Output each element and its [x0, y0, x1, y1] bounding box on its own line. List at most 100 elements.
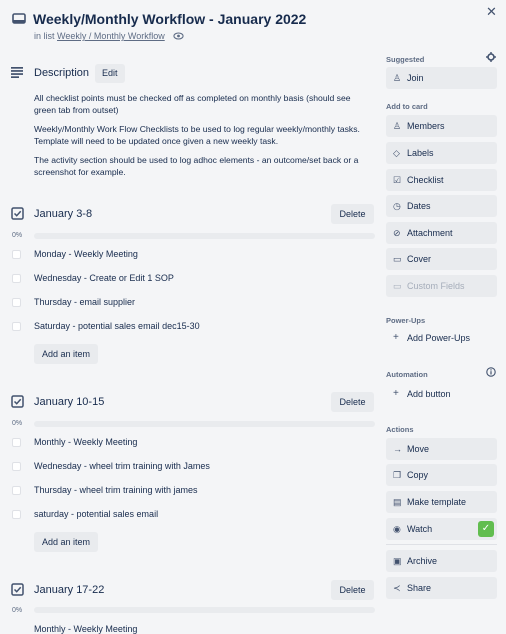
archive-label: Archive: [407, 556, 438, 566]
delete-checklist-button[interactable]: Delete: [331, 580, 374, 600]
info-icon[interactable]: [486, 367, 496, 377]
checklist-item[interactable]: Saturday - potential sales email dec15-3…: [34, 321, 200, 331]
checklist-icon: [11, 395, 24, 408]
add-powerups-button[interactable]: + Add Power-Ups: [386, 328, 497, 348]
template-icon: ▤: [393, 497, 402, 507]
checklist-item[interactable]: Thursday - wheel trim training with jame…: [34, 485, 198, 495]
checklist-title[interactable]: January 17-22: [34, 584, 104, 596]
actions-label: Actions: [386, 425, 414, 434]
powerups-label: Power-Ups: [386, 316, 426, 325]
description-body[interactable]: All checklist points must be checked off…: [34, 93, 370, 186]
delete-checklist-button[interactable]: Delete: [331, 204, 374, 224]
share-label: Share: [407, 583, 432, 593]
join-label: Join: [407, 73, 424, 83]
copy-icon: ❐: [393, 470, 402, 480]
checklist-icon: ☑: [393, 175, 402, 185]
progress-bar: [34, 607, 375, 613]
eye-icon: ◉: [393, 524, 401, 534]
clock-icon: ◷: [393, 201, 401, 211]
arrow-right-icon: →: [393, 444, 402, 454]
join-button[interactable]: ♙ Join: [386, 67, 497, 89]
move-label: Move: [407, 444, 430, 454]
paperclip-icon: ⊘: [393, 228, 401, 238]
add-button-label: Add button: [407, 389, 451, 399]
checklist-label: Checklist: [407, 175, 444, 185]
custom-fields-icon: ▭: [393, 281, 402, 291]
automation-label: Automation: [386, 370, 428, 379]
checklist-item[interactable]: Monday - Weekly Meeting: [34, 249, 138, 259]
progress-bar: [34, 421, 375, 427]
person-icon: ♙: [393, 121, 402, 131]
checklist-checkbox[interactable]: [12, 274, 21, 283]
plus-icon: +: [393, 388, 399, 399]
custom-fields-button[interactable]: ▭ Custom Fields: [386, 275, 497, 297]
checklist-checkbox[interactable]: [12, 510, 21, 519]
add-item-button[interactable]: Add an item: [34, 344, 99, 364]
edit-description-button[interactable]: Edit: [95, 64, 125, 83]
card-icon: [12, 13, 26, 24]
attachment-button[interactable]: ⊘ Attachment: [386, 222, 497, 244]
check-icon: ✓: [478, 521, 494, 537]
suggested-label: Suggested: [386, 55, 425, 64]
labels-button[interactable]: ◇ Labels: [386, 142, 497, 164]
checklist-item[interactable]: Wednesday - Create or Edit 1 SOP: [34, 273, 174, 283]
custom-fields-label: Custom Fields: [407, 281, 465, 291]
progress-percent: 0%: [12, 232, 23, 239]
eye-icon: [173, 32, 184, 40]
checklist-item[interactable]: Wednesday - wheel trim training with Jam…: [34, 461, 210, 471]
checklist-item[interactable]: Monthly - Weekly Meeting: [34, 624, 137, 634]
checklist-button[interactable]: ☑ Checklist: [386, 169, 497, 191]
person-icon: ♙: [393, 73, 402, 83]
checklist-icon: [11, 207, 24, 220]
close-icon[interactable]: ✕: [486, 4, 497, 20]
checklist-item[interactable]: Monthly - Weekly Meeting: [34, 437, 137, 447]
delete-checklist-button[interactable]: Delete: [331, 392, 374, 412]
progress-bar: [34, 233, 375, 239]
description-paragraph: The activity section should be used to l…: [34, 155, 359, 177]
checklist-checkbox[interactable]: [12, 462, 21, 471]
checklist-checkbox[interactable]: [12, 322, 21, 331]
checklist-icon: [11, 583, 24, 596]
add-button-button[interactable]: + Add button: [386, 384, 497, 404]
add-to-card-label: Add to card: [386, 102, 428, 111]
checklist-item[interactable]: saturday - potential sales email: [34, 509, 158, 519]
attachment-label: Attachment: [407, 228, 453, 238]
gear-icon[interactable]: [486, 52, 496, 62]
watch-button[interactable]: ◉ Watch ✓: [386, 518, 497, 540]
card-title[interactable]: Weekly/Monthly Workflow - January 2022: [33, 11, 306, 27]
add-powerups-label: Add Power-Ups: [407, 333, 471, 343]
description-paragraph: Weekly/Monthly Work Flow Checklists to b…: [34, 124, 360, 146]
list-info: in list Weekly / Monthly Workflow: [34, 31, 184, 41]
archive-button[interactable]: ▣ Archive: [386, 550, 497, 572]
make-template-label: Make template: [407, 497, 467, 507]
description-icon: [11, 67, 23, 78]
checklist-checkbox[interactable]: [12, 486, 21, 495]
checklist-checkbox[interactable]: [12, 298, 21, 307]
members-button[interactable]: ♙ Members: [386, 115, 497, 137]
checklist-title[interactable]: January 10-15: [34, 396, 104, 408]
description-paragraph: All checklist points must be checked off…: [34, 93, 351, 115]
sidebar-divider: [386, 544, 497, 545]
share-button[interactable]: ≺ Share: [386, 577, 497, 599]
dates-button[interactable]: ◷ Dates: [386, 195, 497, 217]
plus-icon: +: [393, 332, 399, 343]
progress-percent: 0%: [12, 607, 23, 614]
move-button[interactable]: → Move: [386, 438, 497, 460]
share-icon: ≺: [393, 583, 401, 593]
copy-button[interactable]: ❐ Copy: [386, 464, 497, 486]
labels-label: Labels: [407, 148, 434, 158]
checklist-checkbox[interactable]: [12, 438, 21, 447]
watch-label: Watch: [407, 524, 433, 534]
make-template-button[interactable]: ▤ Make template: [386, 491, 497, 513]
add-item-button[interactable]: Add an item: [34, 532, 99, 552]
cover-label: Cover: [407, 254, 432, 264]
checklist-title[interactable]: January 3-8: [34, 208, 92, 220]
description-heading: Description: [34, 67, 90, 79]
list-link[interactable]: Weekly / Monthly Workflow: [57, 31, 165, 41]
checklist-checkbox[interactable]: [12, 250, 21, 259]
cover-button[interactable]: ▭ Cover: [386, 248, 497, 270]
checklist-item[interactable]: Thursday - email supplier: [34, 297, 135, 307]
archive-icon: ▣: [393, 556, 402, 566]
members-label: Members: [407, 121, 445, 131]
tag-icon: ◇: [393, 148, 400, 158]
